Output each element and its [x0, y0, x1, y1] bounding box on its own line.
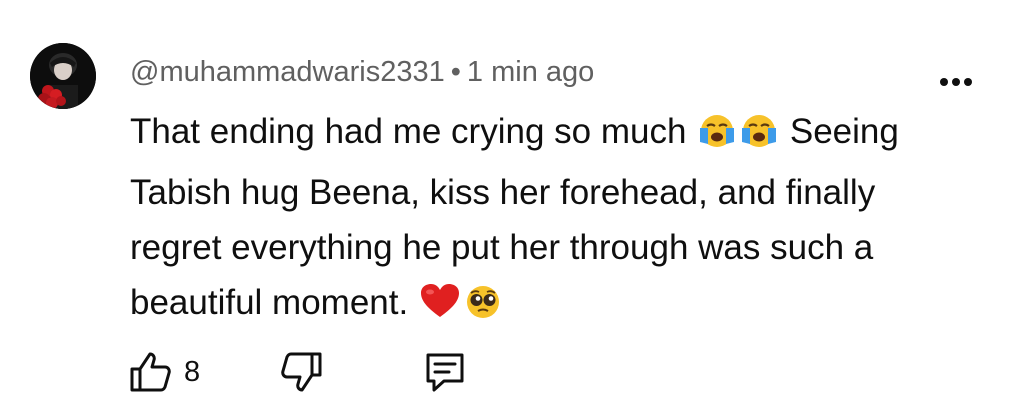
comment-line-4-text: beautiful moment. [130, 283, 418, 322]
comment-line-4: beautiful moment. [130, 275, 980, 336]
like-count: 8 [184, 355, 201, 388]
comment-author[interactable]: @muhammadwaris2331 [130, 56, 445, 88]
more-options-icon [940, 78, 972, 86]
dislike-button[interactable] [278, 350, 324, 394]
pleading-face-emoji [462, 281, 504, 336]
comment-meta: @muhammadwaris2331 • 1 min ago [130, 52, 594, 92]
comment-line-3: regret everything he put her through was… [130, 228, 874, 267]
comment-line-2: Tabish hug Beena, kiss her forehead, and… [130, 173, 876, 212]
avatar[interactable] [30, 43, 96, 109]
loudly-crying-face-emoji [738, 110, 780, 165]
comment-text: That ending had me crying so much Seeing… [130, 104, 980, 336]
red-heart-emoji [418, 281, 462, 336]
comment-line-1-tail: Seeing [780, 112, 899, 151]
like-button[interactable]: 8 [128, 350, 200, 394]
thumbs-up-icon [130, 352, 171, 392]
loudly-crying-face-emoji [696, 110, 738, 165]
comment-line-1-text: That ending had me crying so much [130, 112, 697, 151]
reply-button[interactable] [422, 350, 468, 394]
comment-actions: 8 [128, 348, 468, 396]
meta-separator: • [450, 56, 461, 88]
thumbs-down-icon [281, 352, 322, 392]
avatar-image [30, 43, 96, 109]
comment-time: 1 min ago [466, 56, 595, 88]
reply-comment-icon [426, 353, 464, 392]
more-options-button[interactable] [936, 70, 976, 94]
comment-line-1: That ending had me crying so much Seeing [130, 104, 980, 165]
